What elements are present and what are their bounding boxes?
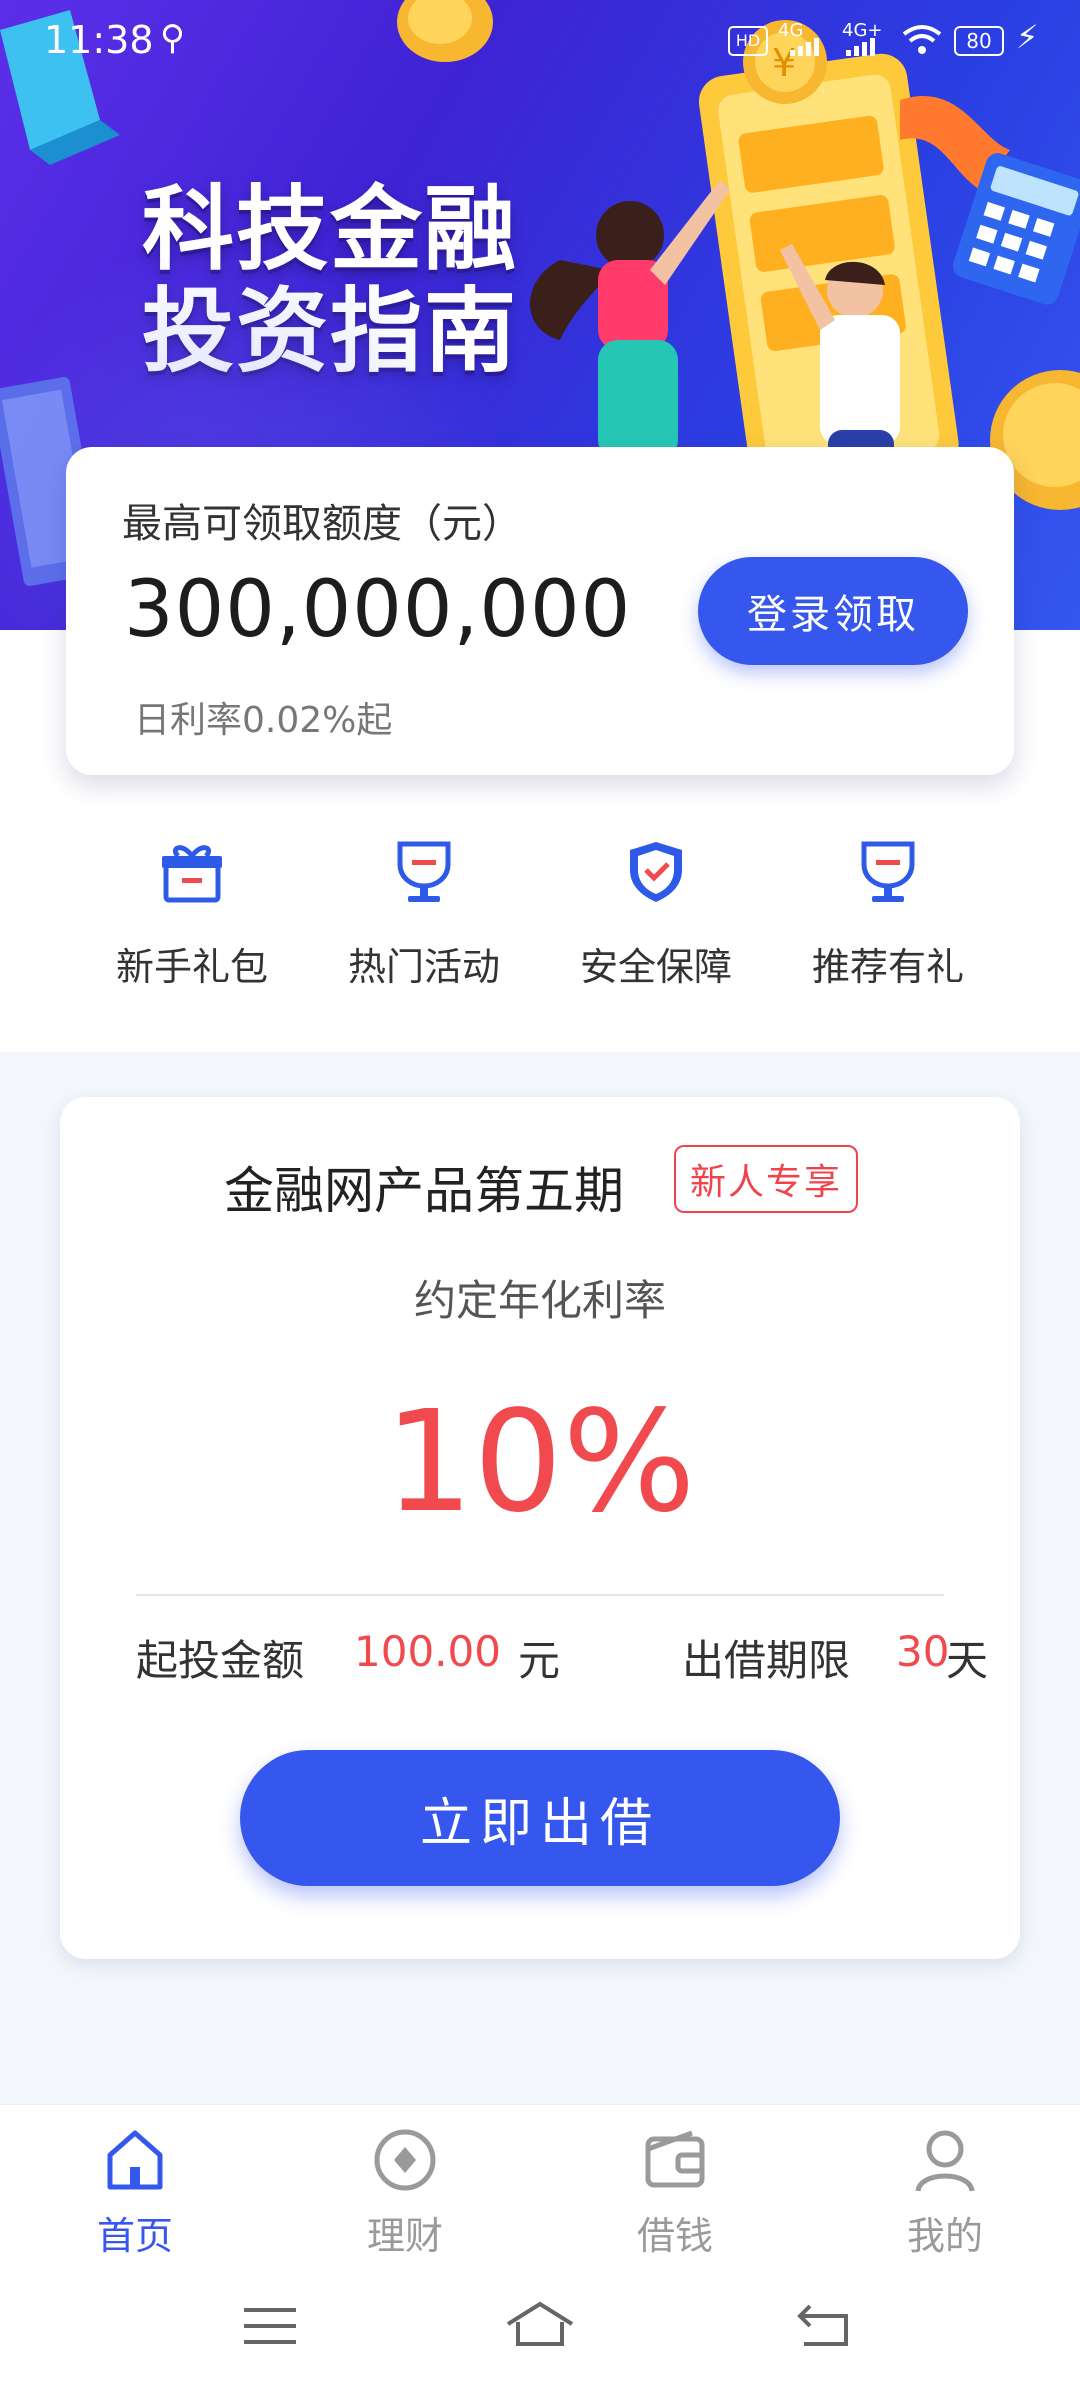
min-invest-value: 100.00 xyxy=(354,1627,501,1676)
tab-label: 首页 xyxy=(96,2214,173,2258)
tab-borrow[interactable]: 借钱 xyxy=(540,2125,810,2265)
annual-rate-label: 约定年化利率 xyxy=(413,1276,666,1325)
status-bar: 11:38 ⚲ HD 4G 4G+ 80 ⚡ xyxy=(0,0,1080,80)
shield-check-icon xyxy=(630,842,682,902)
login-claim-button[interactable]: 登录领取 xyxy=(698,557,968,665)
min-invest-unit: 元 xyxy=(518,1636,561,1685)
quick-entry-referral[interactable]: 推荐有礼 xyxy=(772,838,1004,998)
quick-entry-label: 新手礼包 xyxy=(115,945,268,989)
user-icon xyxy=(915,2130,975,2192)
system-nav-bar xyxy=(0,2274,1080,2400)
quick-entry-label: 安全保障 xyxy=(579,945,732,989)
quick-entry-security[interactable]: 安全保障 xyxy=(540,838,772,998)
quick-entry-newbie-gift[interactable]: 新手礼包 xyxy=(76,838,308,998)
home-nav-icon[interactable] xyxy=(504,2300,576,2352)
daily-rate-text: 日利率0.02%起 xyxy=(134,700,393,741)
lend-now-button[interactable]: 立即出借 xyxy=(240,1750,840,1886)
annual-rate-value: 10% xyxy=(384,1381,696,1544)
signal-icon-2 xyxy=(846,38,875,56)
status-time: 11:38 xyxy=(44,18,154,62)
back-icon[interactable] xyxy=(796,2302,852,2350)
investment-terms-row: 起投金额 100.00 元 出借期限 30 天 xyxy=(136,1627,988,1697)
credit-limit-amount: 300,000,000 xyxy=(124,565,632,655)
wallet-icon xyxy=(645,2130,705,2188)
quick-entry-hot-activities[interactable]: 热门活动 xyxy=(308,838,540,998)
tab-label: 借钱 xyxy=(636,2214,713,2258)
credit-limit-card: 最高可领取额度（元） 300,000,000 日利率0.02%起 登录领取 xyxy=(66,447,1014,775)
term-value: 30 xyxy=(896,1627,950,1676)
trophy-icon xyxy=(861,841,915,902)
tab-mine[interactable]: 我的 xyxy=(810,2125,1080,2265)
trophy-icon xyxy=(397,841,451,902)
product-card: 金融网产品第五期 新人专享 约定年化利率 10% 起投金额 100.00 元 出… xyxy=(60,1097,1020,1959)
finance-icon xyxy=(374,2129,436,2191)
banner-headline-line2: 投资指南 xyxy=(142,278,519,385)
battery-icon: 80 xyxy=(954,26,1004,56)
home-icon xyxy=(107,2130,163,2190)
term-label: 出借期限 xyxy=(682,1636,851,1685)
tab-label: 理财 xyxy=(366,2214,443,2258)
charging-icon: ⚡ xyxy=(1016,18,1039,56)
signal-icon xyxy=(790,38,819,56)
bottom-nav: 首页 理财 借钱 我的 xyxy=(0,2104,1080,2275)
tab-home[interactable]: 首页 xyxy=(0,2125,270,2265)
product-title: 金融网产品第五期 xyxy=(224,1162,624,1220)
tab-label: 我的 xyxy=(906,2214,983,2258)
credit-limit-title: 最高可领取额度（元） xyxy=(122,501,522,547)
usb-icon: ⚲ xyxy=(160,18,185,58)
new-user-badge: 新人专享 xyxy=(674,1145,858,1213)
gift-icon xyxy=(162,845,222,903)
divider xyxy=(136,1594,944,1596)
tab-finance[interactable]: 理财 xyxy=(270,2125,540,2265)
quick-entry-label: 推荐有礼 xyxy=(811,945,964,989)
hd-icon: HD xyxy=(728,26,768,56)
menu-icon[interactable] xyxy=(242,2302,298,2350)
quick-entry-label: 热门活动 xyxy=(347,945,500,989)
wifi-icon xyxy=(902,25,942,54)
banner-headline-line1: 科技金融 xyxy=(142,176,519,283)
term-unit: 天 xyxy=(946,1636,989,1685)
min-invest-label: 起投金额 xyxy=(136,1636,305,1685)
